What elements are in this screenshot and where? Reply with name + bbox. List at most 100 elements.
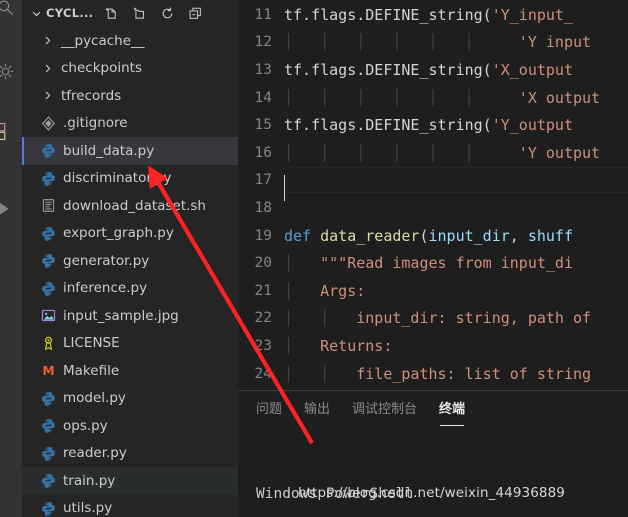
code-token: input_dir: string, path of (338, 309, 592, 328)
code-text: def data_reader(input_dir, shuff (284, 227, 628, 245)
line-number: 23 (254, 337, 272, 354)
terminal-output[interactable]: Windows PowerShell 版权所有 (C) Microsoft Co… (238, 426, 628, 517)
bottom-panel: 问题 输出 调试控制台 终端 Windows PowerShell 版权所有 (C) … (238, 390, 628, 517)
code-token: 'Y_input_ (491, 5, 573, 24)
panel-tab-0[interactable]: 问题 (256, 398, 282, 419)
tree-item-label: train.py (63, 472, 116, 489)
chevron-right-icon[interactable] (40, 61, 55, 76)
tree-item-makefile[interactable]: M Makefile (22, 357, 238, 385)
collapse-all-icon[interactable] (187, 5, 204, 22)
explorer-sidebar: CYCL... __pycache__ checkpoints tfrecord… (22, 0, 238, 517)
code-token: │ │ │ │ │ │ (284, 88, 501, 107)
code-line[interactable]: 11 tf.flags.DEFINE_string('Y_input_ (238, 1, 628, 29)
code-token: shuff (527, 226, 573, 245)
tree-item-train-py[interactable]: train.py (22, 467, 238, 495)
line-number: 22 (254, 310, 272, 327)
tree-item--gitignore[interactable]: .gitignore (22, 110, 238, 138)
python-icon (40, 225, 57, 242)
tree-item-label: input_sample.jpg (63, 307, 179, 324)
line-number: 12 (254, 34, 272, 51)
python-icon (40, 472, 57, 489)
image-icon (40, 307, 57, 324)
code-line[interactable]: 22 │ │ input_dir: string, path of (238, 305, 628, 333)
tree-item-checkpoints[interactable]: checkpoints (22, 55, 238, 83)
line-number: 17 (254, 172, 272, 189)
python-icon (40, 142, 57, 159)
tree-item-label: build_data.py (63, 142, 155, 159)
code-line[interactable]: 17 (238, 166, 628, 202)
code-line[interactable]: 14 │ │ │ │ │ │ 'X output (238, 84, 628, 112)
code-token: , (509, 226, 528, 245)
code-line[interactable]: 18 (238, 194, 628, 222)
code-token: │ (284, 336, 321, 355)
tree-item-discriminator-py[interactable]: discriminator.py (22, 165, 238, 193)
code-line[interactable]: 19 def data_reader(input_dir, shuff (238, 222, 628, 250)
tree-item-label: reader.py (63, 445, 127, 462)
code-token: """Read images from input_di (320, 254, 573, 273)
tree-item--pycache-[interactable]: __pycache__ (22, 27, 238, 55)
python-icon (40, 417, 57, 434)
file-tree: __pycache__ checkpoints tfrecords .gitignor… (22, 26, 238, 517)
extensions-icon[interactable] (0, 118, 18, 144)
tree-item-tfrecords[interactable]: tfrecords (22, 82, 238, 110)
code-line[interactable]: 23 │ Returns: (238, 332, 628, 360)
run-debug-icon[interactable] (0, 196, 18, 222)
tree-item-download-dataset-sh[interactable]: download_dataset.sh (22, 192, 238, 220)
tree-item-ops-py[interactable]: ops.py (22, 412, 238, 440)
python-icon (40, 500, 57, 517)
code-token: input_dir (428, 226, 510, 245)
code-token: │ │ │ │ │ │ (284, 33, 501, 52)
code-line[interactable]: 12 │ │ │ │ │ │ 'Y input (238, 29, 628, 57)
line-number: 18 (254, 199, 272, 216)
code-token: │ │ │ │ │ │ (284, 143, 501, 162)
tree-item-export-graph-py[interactable]: export_graph.py (22, 220, 238, 248)
code-token: 'Y output (500, 143, 601, 162)
tree-item-label: export_graph.py (63, 225, 174, 242)
tree-item-label: LICENSE (63, 335, 120, 352)
panel-tab-1[interactable]: 输出 (304, 398, 330, 419)
code-line[interactable]: 15 tf.flags.DEFINE_string('Y_output (238, 111, 628, 139)
chevron-right-icon[interactable] (40, 88, 55, 103)
settings-gear-icon[interactable] (0, 58, 18, 84)
svg-text:M: M (42, 364, 54, 378)
code-token: 'X output (500, 88, 601, 107)
code-text: │ │ input_dir: string, path of (284, 309, 628, 327)
code-line[interactable]: 13 tf.flags.DEFINE_string('X_output (238, 56, 628, 84)
code-editor[interactable]: 11 tf.flags.DEFINE_string('Y_input_ 12 │ │ … (238, 0, 628, 390)
code-text: │ │ │ │ │ │ 'Y output (284, 144, 628, 162)
code-token: │ (284, 254, 321, 273)
code-line[interactable]: 20 │ """Read images from input_di (238, 249, 628, 277)
tree-item-license[interactable]: LICENSE (22, 330, 238, 358)
panel-tab-2[interactable]: 调试控制台 (352, 398, 417, 419)
chevron-right-icon[interactable] (40, 33, 55, 48)
tree-item-reader-py[interactable]: reader.py (22, 440, 238, 468)
tree-item-build-data-py[interactable]: build_data.py (22, 137, 238, 165)
code-line[interactable]: 24 │ │ file_paths: list of string (238, 360, 628, 388)
code-token: file_paths: list of string (338, 364, 592, 383)
tree-item-inference-py[interactable]: inference.py (22, 275, 238, 303)
vscode-window: CYCL... __pycache__ checkpoints tfrecord… (0, 0, 628, 517)
new-file-icon[interactable] (103, 5, 120, 22)
shell-script-icon (40, 197, 57, 214)
code-text: │ │ │ │ │ │ 'X output (284, 89, 628, 107)
search-icon[interactable] (0, 0, 18, 20)
code-token: │ (284, 281, 321, 300)
panel-tab-bar: 问题 输出 调试控制台 终端 (238, 391, 628, 426)
explorer-header[interactable]: CYCL... (22, 0, 238, 26)
tree-item-model-py[interactable]: model.py (22, 385, 238, 413)
code-token: tf.flags.DEFINE_string( (284, 116, 492, 135)
panel-tab-3[interactable]: 终端 (439, 398, 465, 426)
tree-item-input-sample-jpg[interactable]: input_sample.jpg (22, 302, 238, 330)
code-line[interactable]: 21 │ Args: (238, 277, 628, 305)
watermark-url: https://blog.csdn.net/weixin_44936889 (298, 485, 565, 501)
refresh-icon[interactable] (159, 5, 176, 22)
chevron-down-icon[interactable] (29, 6, 43, 20)
new-folder-icon[interactable] (131, 5, 148, 22)
code-line[interactable]: 16 │ │ │ │ │ │ 'Y output (238, 139, 628, 167)
code-text: tf.flags.DEFINE_string('X_output (284, 61, 628, 79)
line-number: 15 (254, 117, 272, 134)
tree-item-generator-py[interactable]: generator.py (22, 247, 238, 275)
tree-item-utils-py[interactable]: utils.py (22, 495, 238, 517)
certificate-icon (40, 335, 57, 352)
code-token: 'Y_output (491, 116, 573, 135)
